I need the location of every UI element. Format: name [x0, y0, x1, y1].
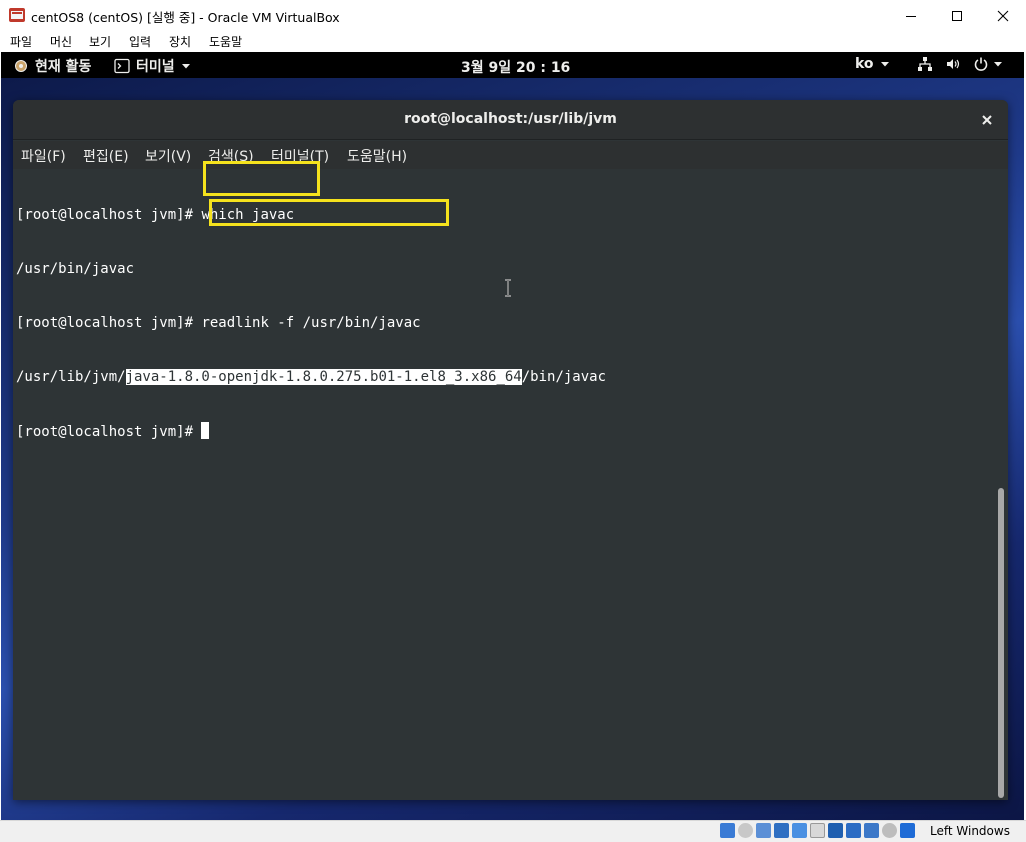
highlight-box-which	[203, 161, 320, 196]
terminal-line: /usr/bin/javac	[16, 260, 606, 278]
ibeam-cursor-icon	[505, 279, 511, 297]
keyboard-capture-icon[interactable]	[900, 823, 915, 838]
minimize-icon	[906, 15, 916, 17]
terminal-menu-bar: 파일(F) 편집(E) 보기(V) 검색(S) 터미널(T) 도움말(H)	[13, 141, 1008, 169]
clock[interactable]: 3월 9일 20 : 16	[461, 57, 570, 77]
virtualbox-app-icon	[9, 8, 25, 22]
command-text: readlink -f /usr/bin/javac	[201, 315, 421, 331]
menu-machine[interactable]: 머신	[50, 33, 72, 50]
highlight-box-readlink	[209, 199, 449, 226]
input-method-indicator[interactable]: ko	[855, 56, 890, 72]
activities-button[interactable]: 현재 활동	[13, 56, 91, 76]
power-icon	[974, 57, 988, 71]
activities-icon	[15, 60, 27, 72]
guest-screen[interactable]: 현재 활동 터미널 3월 9일 20 : 16 ko root@localhos…	[1, 52, 1024, 820]
command-output: /usr/lib/jvm/	[16, 369, 126, 385]
vbox-status-bar: Left Windows	[0, 820, 1026, 842]
window-title: centOS8 (centOS) [실행 중] - Oracle VM Virt…	[31, 10, 340, 25]
chevron-down-icon	[880, 62, 889, 67]
terminal-line: [root@localhost jvm]#	[16, 422, 606, 440]
terminal-menu-view[interactable]: 보기(V)	[145, 146, 191, 166]
selected-text[interactable]: java-1.8.0-openjdk-1.8.0.275.b01-1.el8_3…	[125, 369, 522, 385]
terminal-close-button[interactable]	[977, 110, 997, 130]
host-key-label: Left Windows	[930, 824, 1010, 838]
close-icon	[997, 10, 1009, 21]
audio-icon[interactable]	[756, 823, 771, 838]
terminal-app-icon	[114, 58, 130, 74]
vbox-menu-bar: 파일 머신 보기 입력 장치 도움말	[0, 31, 1026, 52]
vbox-title-bar: centOS8 (centOS) [실행 중] - Oracle VM Virt…	[0, 0, 1026, 31]
terminal-window[interactable]: root@localhost:/usr/lib/jvm 파일(F) 편집(E) …	[13, 100, 1008, 800]
network-icon	[918, 57, 932, 71]
menu-devices[interactable]: 장치	[169, 33, 191, 50]
terminal-output[interactable]: [root@localhost jvm]# which javac /usr/b…	[13, 161, 1008, 800]
menu-file[interactable]: 파일	[10, 33, 32, 50]
menu-input[interactable]: 입력	[129, 33, 151, 50]
app-menu-button[interactable]: 터미널	[114, 56, 191, 76]
menu-help[interactable]: 도움말	[209, 33, 242, 50]
virtualization-icon[interactable]	[864, 823, 879, 838]
video-capture-icon[interactable]	[846, 823, 861, 838]
optical-drive-icon[interactable]	[738, 823, 753, 838]
chevron-down-icon	[181, 64, 190, 69]
system-tray[interactable]	[917, 56, 1003, 72]
maximize-button[interactable]	[934, 0, 980, 31]
volume-icon	[947, 59, 960, 69]
device-status-icons	[720, 823, 915, 838]
shell-prompt: [root@localhost jvm]#	[16, 315, 202, 331]
activities-label: 현재 활동	[35, 59, 92, 75]
shared-folder-icon[interactable]	[810, 823, 825, 838]
terminal-title: root@localhost:/usr/lib/jvm	[404, 111, 617, 127]
app-menu-label: 터미널	[136, 59, 175, 75]
close-button[interactable]	[980, 0, 1026, 31]
scrollbar-thumb[interactable]	[998, 488, 1004, 798]
terminal-menu-file[interactable]: 파일(F)	[21, 146, 66, 166]
mouse-integration-icon[interactable]	[882, 823, 897, 838]
close-icon	[982, 115, 992, 125]
text-cursor	[201, 422, 210, 439]
network-adapter-icon[interactable]	[774, 823, 789, 838]
shell-prompt: [root@localhost jvm]#	[16, 207, 202, 223]
terminal-menu-edit[interactable]: 편집(E)	[83, 146, 129, 166]
chevron-down-icon	[994, 62, 1002, 67]
command-output: /bin/javac	[521, 369, 607, 385]
power-menu[interactable]	[973, 56, 1003, 72]
maximize-icon	[952, 10, 962, 21]
terminal-menu-help[interactable]: 도움말(H)	[347, 146, 407, 166]
terminal-header-bar[interactable]: root@localhost:/usr/lib/jvm	[13, 100, 1008, 140]
terminal-line: [root@localhost jvm]# readlink -f /usr/b…	[16, 314, 606, 332]
minimize-button[interactable]	[888, 0, 934, 31]
command-output: /usr/bin/javac	[16, 261, 135, 277]
usb-icon[interactable]	[792, 823, 807, 838]
gnome-top-bar: 현재 활동 터미널 3월 9일 20 : 16 ko	[1, 52, 1024, 78]
terminal-line: /usr/lib/jvm/java-1.8.0-openjdk-1.8.0.27…	[16, 368, 606, 386]
menu-view[interactable]: 보기	[89, 33, 111, 50]
input-method-label: ko	[855, 56, 874, 72]
shell-prompt: [root@localhost jvm]#	[16, 424, 202, 440]
display-icon[interactable]	[828, 823, 843, 838]
hard-disk-icon[interactable]	[720, 823, 735, 838]
